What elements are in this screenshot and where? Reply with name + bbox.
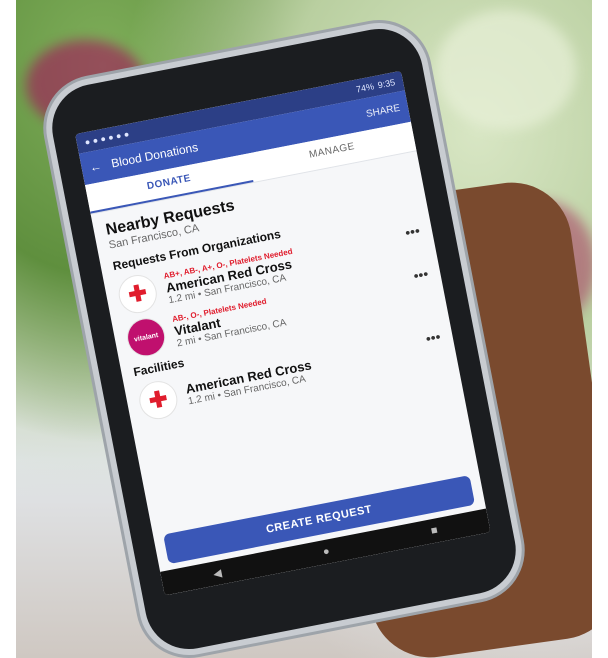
red-cross-icon: ✚ xyxy=(115,271,161,317)
battery-text: 74% xyxy=(355,81,375,95)
vitalant-logo: vitalant xyxy=(123,314,169,360)
nav-back-icon[interactable]: ◀ xyxy=(212,566,223,580)
red-cross-icon: ✚ xyxy=(136,377,181,423)
clock: 9:35 xyxy=(376,77,396,91)
more-options-icon[interactable]: ••• xyxy=(424,328,442,347)
nav-recents-icon[interactable]: ■ xyxy=(430,524,439,537)
phone-screen: ● ● ● ● ● ● 74% 9:35 ← Blood Donations S… xyxy=(75,70,491,596)
phone: ● ● ● ● ● ● 74% 9:35 ← Blood Donations S… xyxy=(0,0,608,658)
more-options-icon[interactable]: ••• xyxy=(404,222,422,241)
share-button[interactable]: SHARE xyxy=(365,102,401,119)
more-options-icon[interactable]: ••• xyxy=(412,265,430,284)
back-arrow-icon[interactable]: ← xyxy=(88,159,102,175)
nav-home-icon[interactable]: ● xyxy=(322,545,331,558)
